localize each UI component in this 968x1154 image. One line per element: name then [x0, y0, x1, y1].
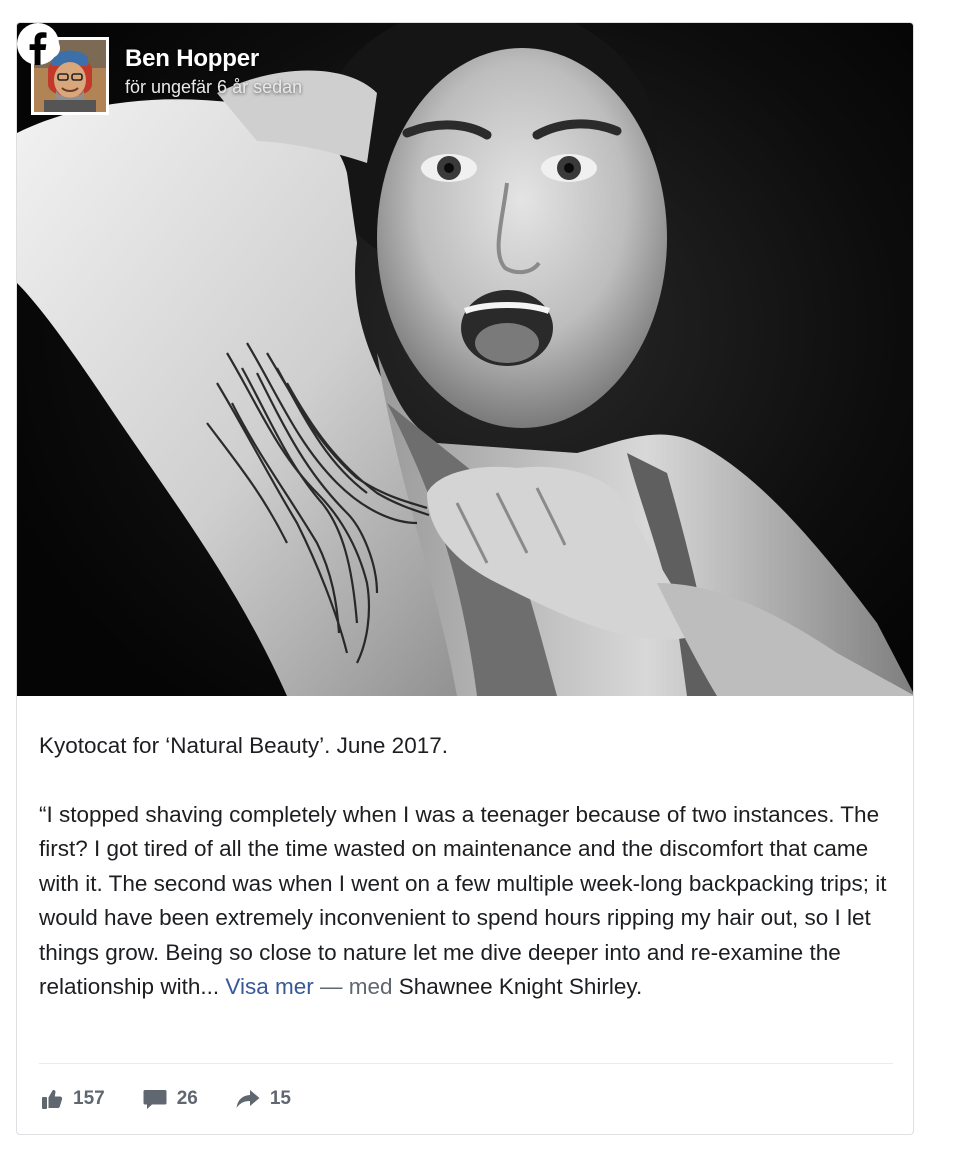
- author-row: Ben Hopper: [40, 38, 302, 73]
- with-separator: — med: [320, 974, 399, 999]
- facebook-logo-icon[interactable]: [17, 23, 59, 65]
- comments-count: 26: [176, 1088, 198, 1109]
- quote-text: “I stopped shaving completely when I was…: [39, 801, 887, 1000]
- photo-illustration: [17, 23, 913, 696]
- facebook-post-embed: Ben Hopper för ungefär 6 år sedan Kyotoc…: [16, 22, 914, 1135]
- share-arrow-icon: [236, 1090, 260, 1108]
- post-timestamp[interactable]: för ungefär 6 år sedan: [125, 77, 302, 98]
- tagged-person-link[interactable]: Shawnee Knight Shirley: [399, 974, 636, 999]
- author-block: Ben Hopper för ungefär 6 år sedan: [40, 38, 302, 98]
- likes-stat[interactable]: 157: [41, 1088, 105, 1110]
- comment-bubble-icon: [143, 1090, 167, 1109]
- shares-count: 15: [269, 1088, 291, 1109]
- see-more-link[interactable]: Visa mer: [225, 974, 313, 999]
- shares-stat[interactable]: 15: [236, 1088, 291, 1110]
- post-quote: “I stopped shaving completely when I was…: [39, 798, 891, 1005]
- divider: [39, 1063, 893, 1064]
- post-body: Kyotocat for ‘Natural Beauty’. June 2017…: [39, 729, 891, 1005]
- author-name[interactable]: Ben Hopper: [125, 45, 259, 73]
- comments-stat[interactable]: 26: [143, 1088, 198, 1110]
- post-header: Ben Hopper för ungefär 6 år sedan: [31, 37, 302, 117]
- likes-count: 157: [73, 1088, 105, 1109]
- end-punctuation: .: [636, 974, 643, 999]
- post-caption: Kyotocat for ‘Natural Beauty’. June 2017…: [39, 733, 448, 758]
- engagement-stats: 157 26 15: [41, 1086, 329, 1112]
- post-photo[interactable]: Ben Hopper för ungefär 6 år sedan: [17, 23, 913, 696]
- thumbs-up-icon: [42, 1090, 63, 1109]
